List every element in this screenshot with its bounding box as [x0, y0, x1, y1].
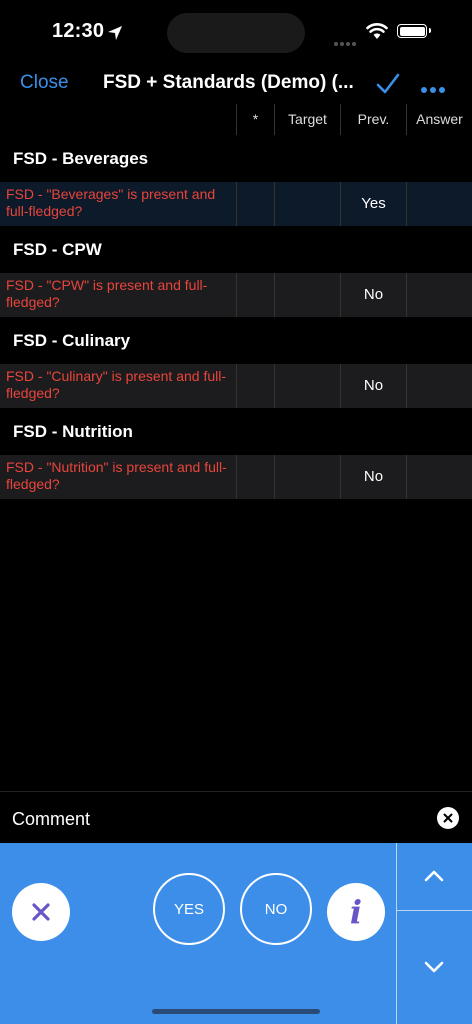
prev-cell: No [340, 273, 406, 317]
answer-panel: YES NO i [0, 843, 472, 1024]
target-cell [274, 273, 340, 317]
star-cell [236, 364, 274, 408]
questions-list: FSD - Beverages FSD - "Beverages" is pre… [0, 135, 472, 499]
info-button[interactable]: i [327, 883, 385, 941]
location-arrow-icon [108, 26, 122, 40]
header-target: Target [274, 104, 340, 135]
answer-cell[interactable] [406, 455, 472, 499]
question-row[interactable]: FSD - "Culinary" is present and full-fle… [0, 364, 472, 408]
question-row[interactable]: FSD - "Beverages" is present and full-fl… [0, 182, 472, 226]
clear-x-icon[interactable] [437, 807, 459, 829]
section-title: FSD - Beverages [0, 135, 472, 182]
chevron-up-icon [424, 870, 444, 882]
header-label-spacer [0, 104, 236, 135]
target-cell [274, 182, 340, 226]
comment-bar[interactable]: Comment [0, 791, 472, 844]
prev-cell: Yes [340, 182, 406, 226]
star-cell [236, 273, 274, 317]
prev-cell: No [340, 455, 406, 499]
home-indicator [152, 1009, 320, 1014]
status-bar: 12:30 [0, 0, 472, 64]
dynamic-island [167, 13, 305, 53]
more-dots-icon[interactable] [421, 80, 448, 98]
close-button[interactable]: Close [20, 72, 69, 94]
question-text: FSD - "CPW" is present and full-fledged? [6, 277, 208, 310]
page-title: FSD + Standards (Demo) (... [103, 72, 353, 93]
question-text: FSD - "Nutrition" is present and full-fl… [6, 459, 227, 492]
question-text: FSD - "Beverages" is present and full-fl… [6, 186, 216, 219]
comment-label: Comment [12, 809, 91, 829]
question-row[interactable]: FSD - "CPW" is present and full-fledged?… [0, 273, 472, 317]
header-star: * [236, 104, 274, 135]
header-answer: Answer [406, 104, 472, 135]
previous-row-button[interactable] [397, 843, 472, 911]
yes-button[interactable]: YES [153, 873, 225, 945]
section-title: FSD - Nutrition [0, 408, 472, 455]
section-title: FSD - Culinary [0, 317, 472, 364]
prev-cell: No [340, 364, 406, 408]
star-cell [236, 455, 274, 499]
star-cell [236, 182, 274, 226]
question-row[interactable]: FSD - "Nutrition" is present and full-fl… [0, 455, 472, 499]
section-title: FSD - CPW [0, 226, 472, 273]
target-cell [274, 455, 340, 499]
nav-bar: Close FSD + Standards (Demo) (... [0, 64, 472, 104]
target-cell [274, 364, 340, 408]
table-header: * Target Prev. Answer [0, 104, 472, 135]
cellular-signal-icon [334, 33, 358, 51]
answer-cell[interactable] [406, 182, 472, 226]
question-text: FSD - "Culinary" is present and full-fle… [6, 368, 227, 401]
wifi-icon [366, 23, 388, 39]
battery-icon [397, 24, 431, 38]
cancel-x-icon [32, 903, 50, 921]
header-prev: Prev. [340, 104, 406, 135]
checkmark-icon[interactable] [375, 72, 401, 96]
cancel-button[interactable] [12, 883, 70, 941]
answer-cell[interactable] [406, 364, 472, 408]
status-time: 12:30 [52, 20, 105, 42]
no-button[interactable]: NO [240, 873, 312, 945]
next-row-button[interactable] [397, 911, 472, 1024]
row-navigation [396, 843, 472, 1024]
chevron-down-icon [424, 961, 444, 973]
answer-cell[interactable] [406, 273, 472, 317]
